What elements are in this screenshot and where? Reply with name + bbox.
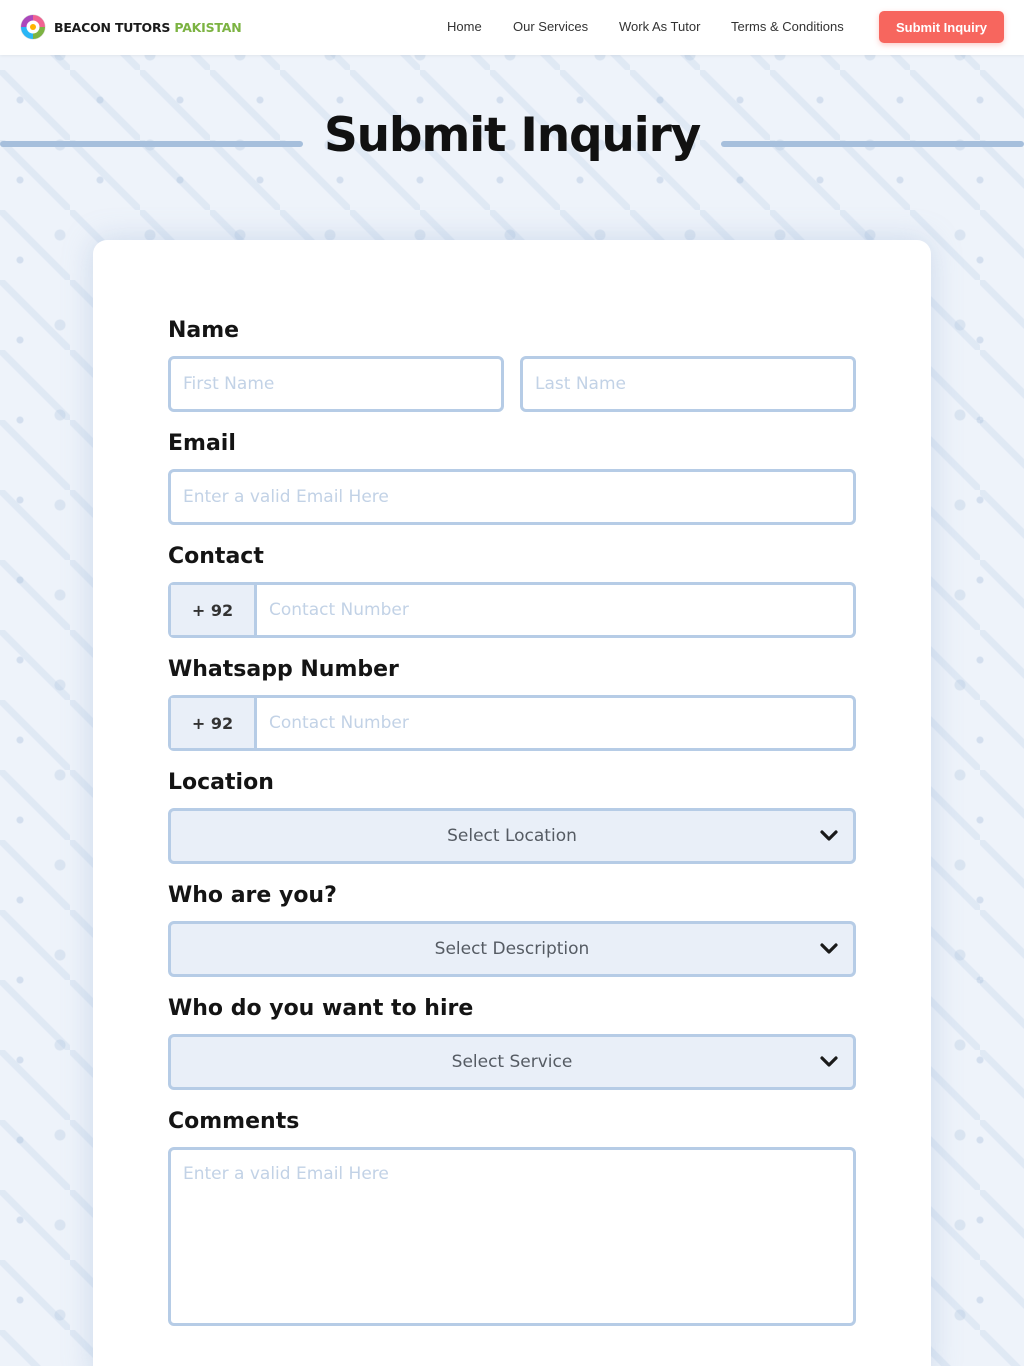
whatsapp-number-input[interactable]	[257, 698, 853, 748]
page-title: Submit Inquiry	[323, 108, 701, 163]
comments-label: Comments	[168, 1109, 300, 1134]
nav-terms-conditions[interactable]: Terms & Conditions	[731, 19, 844, 34]
nav-our-services[interactable]: Our Services	[513, 19, 588, 34]
title-divider-left	[0, 141, 303, 147]
location-select[interactable]: Select Location	[168, 808, 856, 864]
chevron-down-icon	[820, 830, 838, 841]
chevron-down-icon	[820, 943, 838, 954]
who-are-you-label: Who are you?	[168, 883, 337, 908]
service-select-value: Select Service	[451, 1052, 573, 1072]
description-select[interactable]: Select Description	[168, 921, 856, 977]
comments-textarea[interactable]	[171, 1150, 853, 1323]
location-label: Location	[168, 770, 274, 795]
whatsapp-country-code: + 92	[171, 698, 257, 748]
submit-inquiry-nav-button[interactable]: Submit Inquiry	[879, 11, 1004, 43]
first-name-input[interactable]	[171, 359, 501, 409]
brand-name: BEACON TUTORS PAKISTAN	[54, 19, 242, 35]
nav-home[interactable]: Home	[447, 19, 482, 34]
name-label: Name	[168, 318, 240, 343]
contact-country-code: + 92	[171, 585, 257, 635]
service-select[interactable]: Select Service	[168, 1034, 856, 1090]
contact-field-wrapper: + 92	[168, 582, 856, 638]
comments-field-wrapper	[168, 1147, 856, 1326]
hire-label: Who do you want to hire	[168, 996, 474, 1021]
email-label: Email	[168, 431, 236, 456]
email-field-wrapper	[168, 469, 856, 525]
first-name-field-wrapper	[168, 356, 504, 412]
last-name-field-wrapper	[520, 356, 856, 412]
description-select-value: Select Description	[434, 939, 590, 959]
last-name-input[interactable]	[523, 359, 853, 409]
whatsapp-label: Whatsapp Number	[168, 657, 399, 682]
chevron-down-icon	[820, 1056, 838, 1067]
nav-work-as-tutor[interactable]: Work As Tutor	[619, 19, 700, 34]
contact-number-input[interactable]	[257, 585, 853, 635]
beacon-logo-icon	[20, 14, 46, 40]
title-divider-right	[721, 141, 1024, 147]
site-header: BEACON TUTORS PAKISTAN Home Our Services…	[0, 0, 1024, 55]
brand-logo-link[interactable]: BEACON TUTORS PAKISTAN	[20, 14, 242, 40]
email-input[interactable]	[171, 472, 853, 522]
location-select-value: Select Location	[447, 826, 577, 846]
contact-label: Contact	[168, 544, 264, 569]
whatsapp-field-wrapper: + 92	[168, 695, 856, 751]
